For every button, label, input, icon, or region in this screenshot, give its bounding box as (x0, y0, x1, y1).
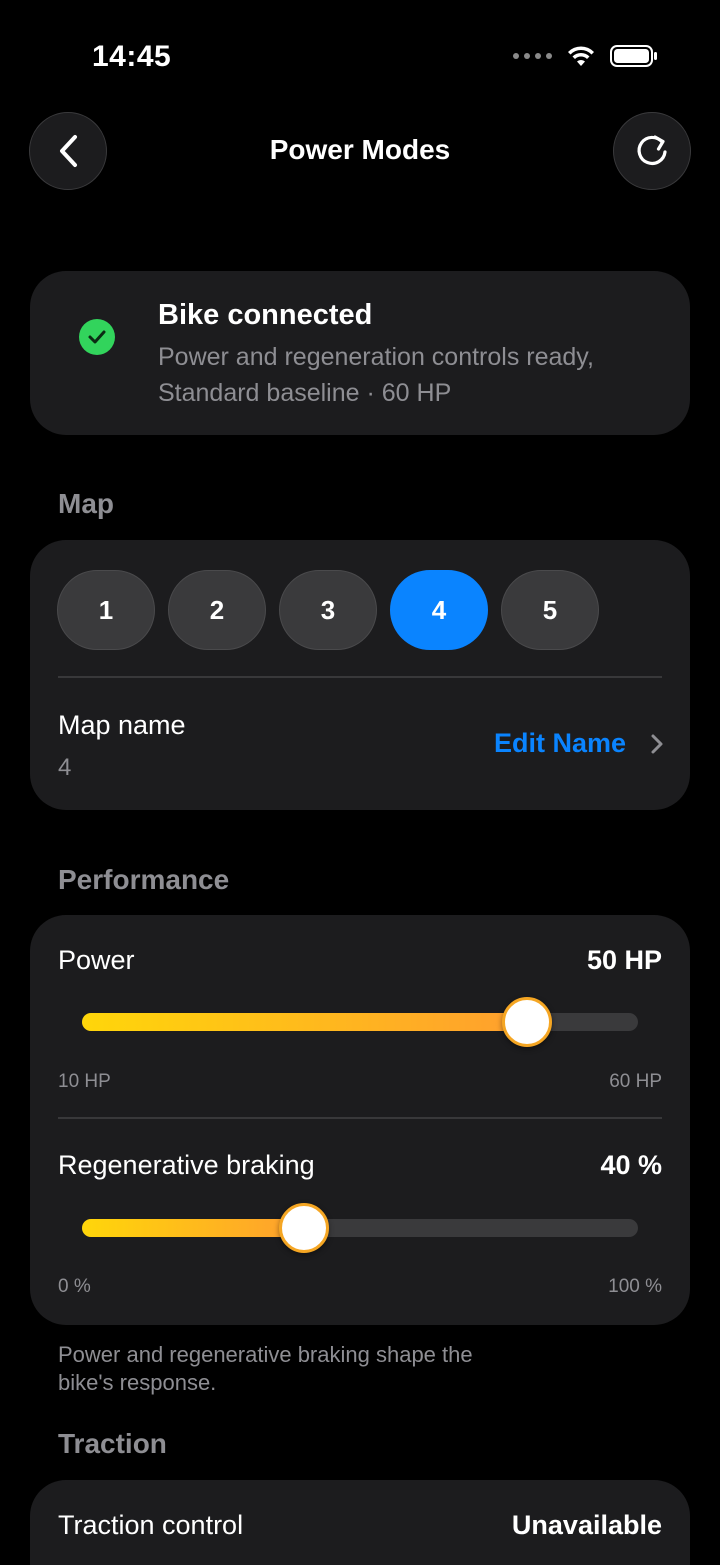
regen-label: Regenerative braking (58, 1150, 315, 1180)
performance-card: Power 50 HP 10 HP 60 HP Regenerative bra… (30, 915, 690, 1325)
regen-slider-thumb[interactable] (279, 1203, 329, 1253)
connection-detail-line2: Standard baseline · 60 HP (158, 379, 452, 407)
page-title: Power Modes (269, 134, 451, 165)
regen-value: 40 % (600, 1150, 662, 1180)
performance-divider (58, 1117, 662, 1119)
status-icons (513, 44, 658, 68)
refresh-icon (637, 135, 667, 165)
edit-name-label: Edit Name (493, 728, 626, 758)
performance-footnote-line2: bike's response. (58, 1370, 217, 1395)
traction-card: Traction control Unavailable (30, 1480, 690, 1565)
wifi-icon (568, 46, 594, 66)
power-max-label: 60 HP (609, 1071, 662, 1092)
power-min-label: 10 HP (58, 1071, 111, 1092)
regen-min-label: 0 % (58, 1276, 91, 1297)
map-option-2[interactable]: 2 (168, 570, 266, 650)
performance-section-label: Performance (58, 864, 230, 895)
map-option-4[interactable]: 4 (390, 570, 488, 650)
regen-slider-fill (82, 1219, 304, 1237)
status-time: 14:45 (92, 40, 172, 73)
power-slider[interactable] (82, 997, 638, 1047)
map-name-label: Map name (58, 710, 186, 740)
traction-control-label: Traction control (58, 1510, 244, 1540)
map-name-value: 4 (58, 754, 72, 781)
connection-card: Bike connected Power and regeneration co… (30, 271, 690, 435)
traction-section-label: Traction (58, 1428, 167, 1459)
power-label: Power (58, 945, 135, 975)
map-option-1[interactable]: 1 (57, 570, 155, 650)
edit-name-button[interactable]: Edit Name (494, 728, 664, 759)
chevron-right-icon (651, 734, 663, 753)
regen-max-label: 100 % (608, 1276, 662, 1297)
cellular-icon (513, 53, 552, 59)
check-circle-icon (79, 319, 115, 355)
battery-icon (610, 45, 657, 67)
power-slider-thumb[interactable] (502, 997, 552, 1047)
map-section-label: Map (58, 488, 114, 519)
power-value: 50 HP (586, 945, 662, 975)
traction-control-value: Unavailable (511, 1510, 662, 1540)
refresh-button[interactable] (613, 112, 691, 190)
regen-slider[interactable] (82, 1203, 638, 1253)
connection-detail-line1: Power and regeneration controls ready, (158, 343, 594, 371)
map-option-5[interactable]: 5 (501, 570, 599, 650)
map-option-3[interactable]: 3 (279, 570, 377, 650)
power-slider-fill (82, 1013, 527, 1031)
connection-title: Bike connected (158, 299, 373, 331)
performance-footnote-line1: Power and regenerative braking shape the (58, 1342, 473, 1367)
map-card: 1 2 3 4 5 Map name 4 Edit Name (30, 540, 690, 810)
map-divider (58, 676, 662, 678)
